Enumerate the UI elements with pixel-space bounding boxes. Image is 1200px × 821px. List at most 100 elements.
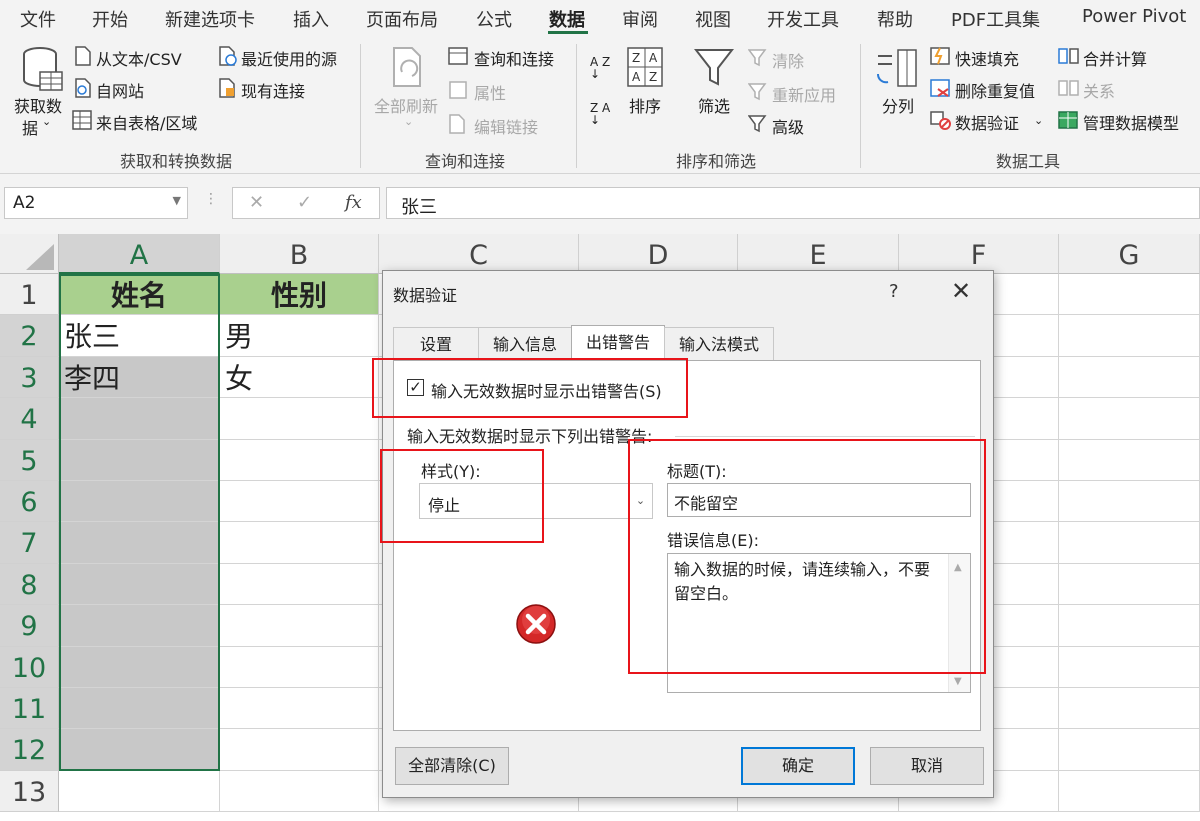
cell-g9[interactable] bbox=[1059, 605, 1200, 647]
cell-b1[interactable]: 性别 bbox=[220, 274, 379, 316]
cell-g13[interactable] bbox=[1059, 770, 1200, 813]
column-header-f[interactable]: F bbox=[899, 234, 1059, 274]
cell-g7[interactable] bbox=[1059, 522, 1200, 564]
cell-a7[interactable] bbox=[59, 522, 220, 564]
formula-input[interactable]: 张三 bbox=[386, 187, 1200, 219]
edit-links-button[interactable]: 编辑链接 bbox=[474, 114, 538, 138]
cell-g3[interactable] bbox=[1059, 356, 1200, 399]
dropdown-arrow-icon[interactable]: ▼ bbox=[173, 194, 181, 207]
cell-a6[interactable] bbox=[59, 481, 220, 523]
row-header-10[interactable]: 10 bbox=[0, 646, 59, 688]
cell-a5[interactable] bbox=[59, 439, 220, 481]
menu-file[interactable]: 文件 bbox=[20, 6, 56, 32]
scroll-down-icon[interactable]: ▼ bbox=[954, 676, 962, 687]
from-web-button[interactable]: 自网站 bbox=[96, 78, 144, 102]
sort-descending-icon[interactable]: Z A ↓ bbox=[590, 102, 616, 126]
cell-a10[interactable] bbox=[59, 646, 220, 688]
fx-icon[interactable]: fx bbox=[345, 192, 362, 213]
scrollbar[interactable]: ▲ ▼ bbox=[948, 554, 970, 692]
row-header-2[interactable]: 2 bbox=[0, 315, 59, 357]
ok-button[interactable]: 确定 bbox=[741, 747, 855, 785]
title-input[interactable]: 不能留空 bbox=[667, 483, 971, 517]
menu-formulas[interactable]: 公式 bbox=[476, 6, 512, 32]
row-header-4[interactable]: 4 bbox=[0, 398, 59, 440]
cell-b7[interactable] bbox=[220, 522, 379, 564]
cell-b5[interactable] bbox=[220, 439, 379, 481]
cell-b13[interactable] bbox=[220, 770, 379, 813]
reapply-button[interactable]: 重新应用 bbox=[772, 82, 836, 106]
clear-button[interactable]: 清除 bbox=[772, 48, 804, 72]
show-error-label[interactable]: 输入无效数据时显示出错警告(S) bbox=[431, 378, 662, 402]
cell-a1[interactable]: 姓名 bbox=[59, 274, 220, 316]
menu-review[interactable]: 审阅 bbox=[622, 6, 658, 32]
tab-settings[interactable]: 设置 bbox=[393, 327, 479, 361]
cell-g5[interactable] bbox=[1059, 439, 1200, 481]
cell-g4[interactable] bbox=[1059, 398, 1200, 440]
recent-sources-button[interactable]: 最近使用的源 bbox=[241, 46, 337, 70]
scroll-up-icon[interactable]: ▲ bbox=[954, 562, 962, 573]
cell-a12[interactable] bbox=[59, 729, 220, 771]
menu-pdf-tools[interactable]: PDF工具集 bbox=[951, 6, 1040, 32]
cell-a3[interactable]: 李四 bbox=[59, 356, 220, 399]
sort-ascending-icon[interactable]: A Z ↓ bbox=[590, 56, 616, 80]
data-model-button[interactable]: 管理数据模型 bbox=[1083, 110, 1179, 134]
row-header-8[interactable]: 8 bbox=[0, 563, 59, 606]
menu-help[interactable]: 帮助 bbox=[877, 6, 913, 32]
column-header-c[interactable]: C bbox=[379, 234, 579, 274]
tab-ime-mode[interactable]: 输入法模式 bbox=[664, 327, 774, 361]
cell-b11[interactable] bbox=[220, 688, 379, 730]
menu-page-layout[interactable]: 页面布局 bbox=[366, 6, 438, 32]
cell-b3[interactable]: 女 bbox=[220, 356, 379, 399]
cell-g10[interactable] bbox=[1059, 646, 1200, 688]
existing-connections-button[interactable]: 现有连接 bbox=[241, 78, 305, 102]
from-table-button[interactable]: 来自表格/区域 bbox=[96, 110, 197, 134]
column-header-g[interactable]: G bbox=[1059, 234, 1200, 274]
menu-home[interactable]: 开始 bbox=[92, 6, 128, 32]
help-icon[interactable]: ? bbox=[889, 281, 899, 302]
cell-g6[interactable] bbox=[1059, 481, 1200, 523]
cell-g11[interactable] bbox=[1059, 688, 1200, 730]
row-header-1[interactable]: 1 bbox=[0, 274, 59, 316]
row-header-9[interactable]: 9 bbox=[0, 605, 59, 647]
remove-duplicates-button[interactable]: 删除重复值 bbox=[955, 78, 1035, 102]
row-header-7[interactable]: 7 bbox=[0, 522, 59, 564]
cell-g8[interactable] bbox=[1059, 563, 1200, 606]
cell-a9[interactable] bbox=[59, 605, 220, 647]
check-icon[interactable]: ✓ bbox=[297, 192, 312, 213]
cancel-button[interactable]: 取消 bbox=[870, 747, 984, 785]
clear-all-button[interactable]: 全部清除(C) bbox=[395, 747, 509, 785]
split-button[interactable]: 分列 bbox=[882, 93, 914, 117]
menu-data[interactable]: 数据 bbox=[549, 6, 585, 32]
cell-a8[interactable] bbox=[59, 563, 220, 606]
cell-b2[interactable]: 男 bbox=[220, 315, 379, 357]
column-header-e[interactable]: E bbox=[738, 234, 899, 274]
flash-fill-button[interactable]: 快速填充 bbox=[955, 46, 1019, 70]
row-header-6[interactable]: 6 bbox=[0, 481, 59, 523]
cancel-icon[interactable]: ✕ bbox=[249, 192, 264, 213]
cell-a13[interactable] bbox=[59, 770, 220, 813]
menu-developer[interactable]: 开发工具 bbox=[767, 6, 839, 32]
select-all-corner[interactable] bbox=[0, 234, 59, 274]
cell-a2[interactable]: 张三 bbox=[59, 315, 220, 357]
from-text-csv-button[interactable]: 从文本/CSV bbox=[96, 46, 182, 70]
row-header-13[interactable]: 13 bbox=[0, 770, 59, 813]
menu-view[interactable]: 视图 bbox=[695, 6, 731, 32]
show-error-checkbox[interactable]: ✓ bbox=[407, 379, 424, 396]
relationships-button[interactable]: 关系 bbox=[1083, 78, 1115, 102]
cell-b8[interactable] bbox=[220, 563, 379, 606]
column-header-d[interactable]: D bbox=[579, 234, 738, 274]
queries-connections-button[interactable]: 查询和连接 bbox=[474, 46, 554, 70]
menu-power-pivot[interactable]: Power Pivot bbox=[1082, 6, 1186, 27]
name-box[interactable]: A2 ▼ bbox=[4, 187, 188, 219]
filter-button[interactable]: 筛选 bbox=[698, 93, 730, 117]
style-select[interactable]: 停止 ⌄ bbox=[419, 483, 653, 519]
cell-a11[interactable] bbox=[59, 688, 220, 730]
cell-g2[interactable] bbox=[1059, 315, 1200, 357]
error-message-textarea[interactable]: 输入数据的时候，请连续输入，不要留空白。 ▲ ▼ bbox=[667, 553, 971, 693]
cell-b9[interactable] bbox=[220, 605, 379, 647]
consolidate-button[interactable]: 合并计算 bbox=[1083, 46, 1147, 70]
cell-b4[interactable] bbox=[220, 398, 379, 440]
data-validation-button[interactable]: 数据验证 bbox=[955, 110, 1019, 134]
menu-insert[interactable]: 插入 bbox=[293, 6, 329, 32]
cell-b6[interactable] bbox=[220, 481, 379, 523]
